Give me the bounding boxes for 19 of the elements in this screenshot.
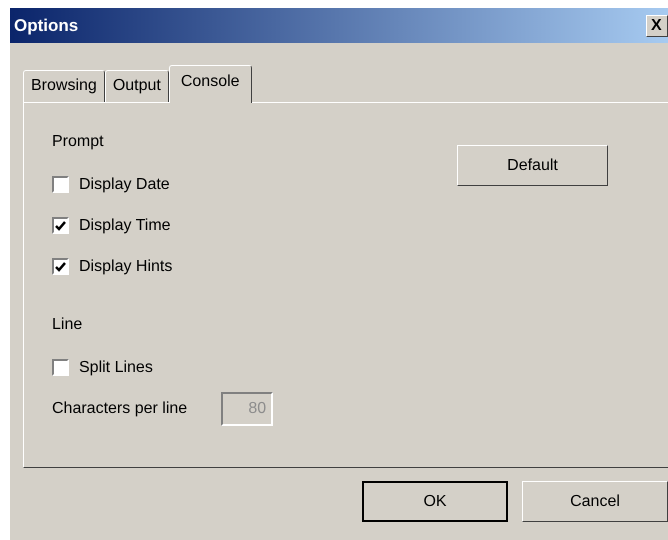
checkbox[interactable] xyxy=(52,359,69,376)
close-button[interactable]: X xyxy=(646,14,668,36)
tab[interactable]: Console xyxy=(168,65,252,103)
group-heading: Line xyxy=(52,315,84,335)
default-button[interactable]: Default xyxy=(457,145,608,186)
tab[interactable]: Output xyxy=(104,70,169,102)
checkbox[interactable] xyxy=(52,217,69,234)
group-heading: Prompt xyxy=(52,132,105,152)
tab[interactable]: Browsing xyxy=(23,70,105,102)
cancel-button[interactable]: Cancel xyxy=(522,481,668,522)
checkbox-label: Split Lines xyxy=(79,358,153,378)
checkbox-label: Display Time xyxy=(79,216,171,236)
field-label: Characters per line xyxy=(52,398,188,418)
window-title: Options xyxy=(14,14,78,37)
ok-button[interactable]: OK xyxy=(362,481,508,522)
checkbox[interactable] xyxy=(52,176,69,193)
checkbox-label: Display Hints xyxy=(79,256,172,276)
checkbox-label: Display Date xyxy=(79,174,170,194)
checkbox[interactable] xyxy=(52,258,69,275)
